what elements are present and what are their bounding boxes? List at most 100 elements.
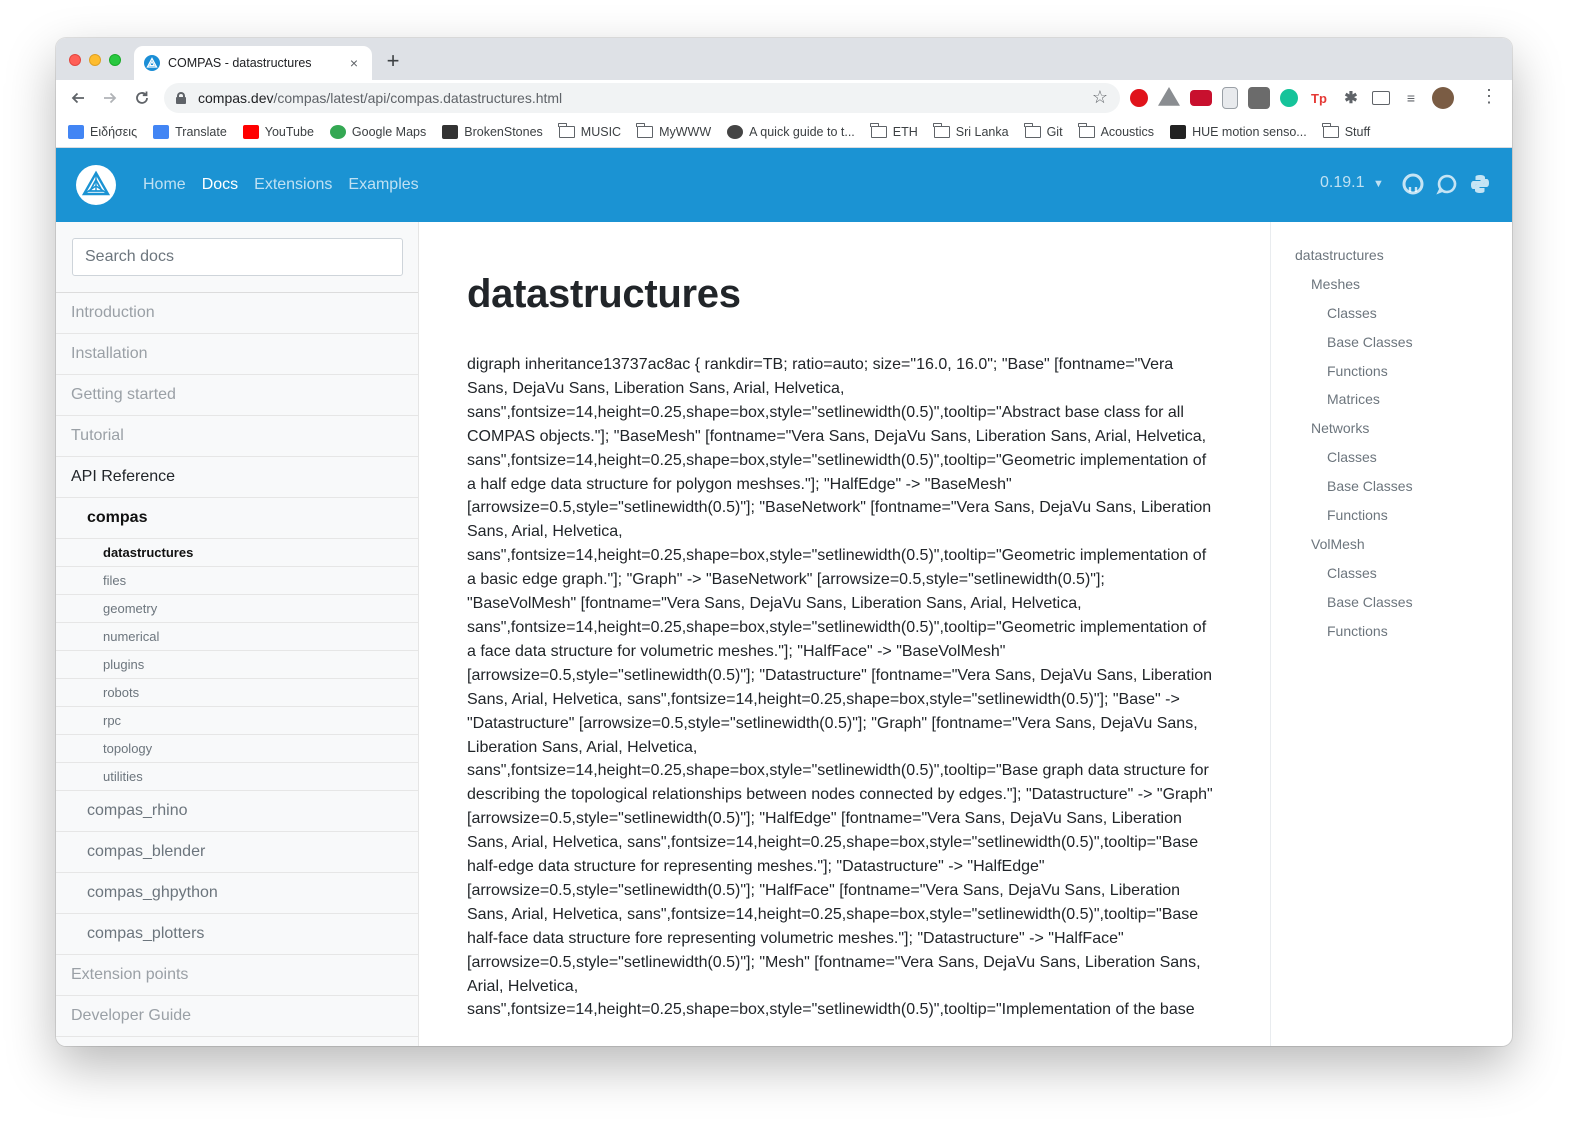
reload-button[interactable] xyxy=(130,86,154,110)
puzzle-icon[interactable]: ✱ xyxy=(1340,87,1362,109)
bookmark-youtube[interactable]: YouTube xyxy=(242,124,314,139)
bookmark-label: MUSIC xyxy=(580,124,622,139)
toc-item-base-classes[interactable]: Base Classes xyxy=(1271,473,1512,502)
nav-link-home[interactable]: Home xyxy=(143,176,186,194)
document-extension-icon[interactable] xyxy=(1222,87,1238,109)
folder-icon xyxy=(636,122,654,138)
badge-extension-icon[interactable] xyxy=(1248,87,1270,109)
nav-link-extensions[interactable]: Extensions xyxy=(254,176,332,194)
back-button[interactable] xyxy=(66,86,90,110)
toc-item-datastructures[interactable]: datastructures xyxy=(1271,242,1512,271)
sidebar-item-developer-guide[interactable]: Developer Guide xyxy=(56,996,418,1037)
nav-link-examples[interactable]: Examples xyxy=(348,176,418,194)
new-tab-button[interactable]: + xyxy=(382,50,404,72)
avatar[interactable] xyxy=(1432,87,1454,109)
toc-item-networks[interactable]: Networks xyxy=(1271,415,1512,444)
tp-extension-icon[interactable]: Tp xyxy=(1308,87,1330,109)
toc-item-functions[interactable]: Functions xyxy=(1271,618,1512,647)
bookmark-mywww[interactable]: MyWWW xyxy=(636,122,712,139)
bookmark-label: Git xyxy=(1046,124,1063,139)
sidebar-item-rpc[interactable]: rpc xyxy=(56,707,418,735)
sidebar-item-compas-ghpython[interactable]: compas_ghpython xyxy=(56,873,418,914)
bookmark-brokenstones[interactable]: BrokenStones xyxy=(442,124,543,139)
page-toc: datastructures Meshes Classes Base Classes F… xyxy=(1270,222,1512,1046)
bookmark-sri-lanka[interactable]: Sri Lanka xyxy=(933,122,1009,139)
toc-item-functions[interactable]: Functions xyxy=(1271,502,1512,531)
more-menu-icon[interactable]: ⋮ xyxy=(1480,86,1498,107)
browser-tab[interactable]: COMPAS - datastructures × xyxy=(134,46,372,80)
sidebar-item-introduction[interactable]: Introduction xyxy=(56,293,418,334)
google-translate-icon xyxy=(153,124,170,139)
folder-icon xyxy=(558,122,575,138)
reading-list-icon[interactable]: ≡ xyxy=(1400,87,1422,109)
bookmarks-bar: Ειδήσεις Translate YouTube Google Maps Broke… xyxy=(56,116,1512,148)
bookmark-google-maps[interactable]: Google Maps xyxy=(329,124,426,139)
lastpass-extension-icon[interactable] xyxy=(1190,90,1212,106)
nav-link-docs[interactable]: Docs xyxy=(202,176,238,194)
sidebar-item-extension-points[interactable]: Extension points xyxy=(56,955,418,996)
inheritance-graph-text: digraph inheritance13737ac8ac { rankdir=… xyxy=(467,356,1213,1019)
search-docs-input[interactable] xyxy=(72,238,403,276)
toc-item-matrices[interactable]: Matrices xyxy=(1271,386,1512,415)
toc-item-meshes[interactable]: Meshes xyxy=(1271,271,1512,300)
sidebar-item-geometry[interactable]: geometry xyxy=(56,595,418,623)
toc-item-classes[interactable]: Classes xyxy=(1271,560,1512,589)
compas-logo-icon[interactable] xyxy=(76,165,116,205)
brokenstones-icon xyxy=(442,124,459,139)
bookmark-a-quick-guide-to-t[interactable]: A quick guide to t... xyxy=(727,124,855,139)
grammarly-extension-icon[interactable] xyxy=(1280,89,1298,107)
toc-item-classes[interactable]: Classes xyxy=(1271,444,1512,473)
forward-button[interactable] xyxy=(98,86,122,110)
address-bar[interactable]: compas.dev/compas/latest/api/compas.data… xyxy=(164,83,1120,113)
sidebar-item-utilities[interactable]: utilities xyxy=(56,763,418,791)
sidebar-item-installation[interactable]: Installation xyxy=(56,334,418,375)
sidebar-item-robots[interactable]: robots xyxy=(56,679,418,707)
sidebar-item-numerical[interactable]: numerical xyxy=(56,623,418,651)
drive-extension-icon[interactable] xyxy=(1158,87,1180,106)
python-pypi-icon[interactable] xyxy=(1469,173,1491,195)
opera-extension-icon[interactable] xyxy=(1130,89,1148,107)
bookmark-stuff[interactable]: Stuff xyxy=(1322,122,1370,139)
sidebar-item-datastructures[interactable]: datastructures xyxy=(56,539,418,567)
folder-icon xyxy=(1322,122,1339,138)
bookmark-git[interactable]: Git xyxy=(1023,122,1063,139)
maximize-window-button[interactable] xyxy=(109,54,121,66)
bookmark-label: Acoustics xyxy=(1100,124,1155,139)
sidebar-item-topology[interactable]: topology xyxy=(56,735,418,763)
forum-chat-icon[interactable] xyxy=(1436,173,1458,195)
sidebar-item-compas-blender[interactable]: compas_blender xyxy=(56,832,418,873)
sidebar-item-files[interactable]: files xyxy=(56,567,418,595)
sidebar-item-getting-started[interactable]: Getting started xyxy=(56,375,418,416)
bookmark-translate[interactable]: Translate xyxy=(153,124,227,139)
sidebar-item-tutorial[interactable]: Tutorial xyxy=(56,416,418,457)
sidebar-item-compas[interactable]: compas xyxy=(56,498,418,539)
site-header: Home Docs Extensions Examples 0.19.1 ▼ xyxy=(56,148,1512,222)
sidebar-item-compas-plotters[interactable]: compas_plotters xyxy=(56,914,418,955)
globe-icon xyxy=(727,124,744,139)
toc-item-classes[interactable]: Classes xyxy=(1271,300,1512,329)
bookmark-hue-motion-senso[interactable]: HUE motion senso... xyxy=(1170,124,1307,139)
github-icon[interactable] xyxy=(1402,173,1424,195)
toc-item-volmesh[interactable]: VolMesh xyxy=(1271,531,1512,560)
sidebar-item-api-reference[interactable]: API Reference xyxy=(56,457,418,498)
cast-icon[interactable] xyxy=(1372,91,1390,105)
bookmark-label: BrokenStones xyxy=(464,124,543,139)
toc-item-base-classes[interactable]: Base Classes xyxy=(1271,589,1512,618)
bookmark-item-0[interactable]: Ειδήσεις xyxy=(68,124,137,139)
bookmark-star-icon[interactable]: ☆ xyxy=(1092,87,1108,108)
bookmark-eth[interactable]: ETH xyxy=(870,122,918,139)
bookmark-label: Sri Lanka xyxy=(955,124,1009,139)
bookmark-acoustics[interactable]: Acoustics xyxy=(1077,122,1155,139)
bookmark-music[interactable]: MUSIC xyxy=(558,122,622,139)
sidebar-item-plugins[interactable]: plugins xyxy=(56,651,418,679)
version-dropdown[interactable]: 0.19.1 ▼ xyxy=(1320,174,1384,192)
sidebar-item-compas-rhino[interactable]: compas_rhino xyxy=(56,791,418,832)
tab-close-icon[interactable]: × xyxy=(346,55,362,71)
toc-item-base-classes[interactable]: Base Classes xyxy=(1271,329,1512,358)
bookmark-label: MyWWW xyxy=(659,124,712,139)
reload-icon xyxy=(136,91,148,104)
version-label: 0.19.1 xyxy=(1320,174,1365,191)
close-window-button[interactable] xyxy=(69,54,81,66)
toc-item-functions[interactable]: Functions xyxy=(1271,358,1512,387)
minimize-window-button[interactable] xyxy=(89,54,101,66)
